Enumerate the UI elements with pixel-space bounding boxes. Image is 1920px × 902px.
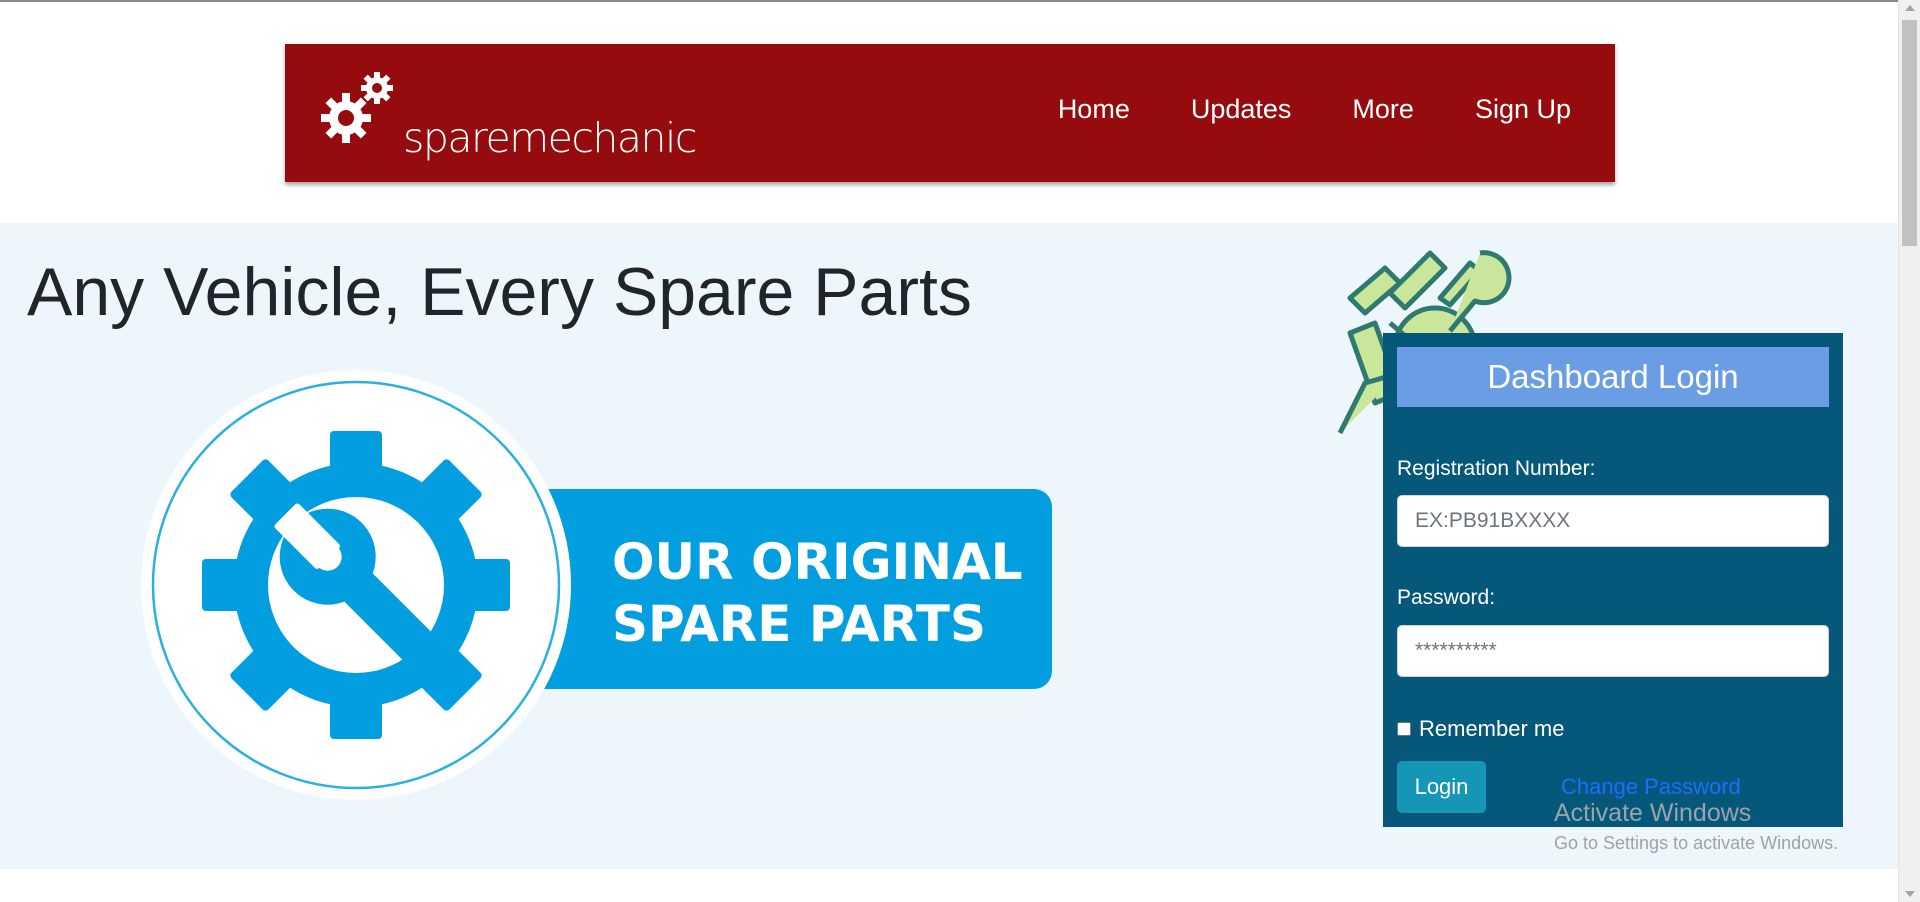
windows-watermark-subtitle: Go to Settings to activate Windows. <box>1554 833 1839 853</box>
spare-parts-badge: OUR ORIGINAL SPARE PARTS <box>141 370 1052 800</box>
registration-input[interactable] <box>1397 495 1829 547</box>
gear-wrench-icon <box>202 431 510 739</box>
login-panel: Dashboard Login Registration Number: Pas… <box>1383 333 1843 827</box>
password-input[interactable] <box>1397 625 1829 677</box>
nav-more[interactable]: More <box>1352 94 1414 125</box>
nav-home[interactable]: Home <box>1058 94 1130 125</box>
scrollbar-thumb[interactable] <box>1902 20 1917 246</box>
hero-headline: Any Vehicle, Every Spare Parts <box>27 254 972 330</box>
password-label: Password: <box>1397 586 1496 609</box>
login-button[interactable]: Login <box>1397 761 1486 813</box>
scroll-down-arrow-icon[interactable] <box>1905 891 1915 897</box>
login-title: Dashboard Login <box>1397 347 1829 407</box>
nav-sign-up[interactable]: Sign Up <box>1475 94 1571 125</box>
badge-line-1: OUR ORIGINAL <box>612 533 1023 591</box>
brand-logo[interactable]: sparemechanic <box>319 70 697 162</box>
gears-logo-icon <box>321 72 393 143</box>
remember-me: Remember me <box>1397 716 1564 742</box>
main-nav: Home Updates More Sign Up <box>997 94 1571 125</box>
brand-name: sparemechanic <box>403 114 697 162</box>
vertical-scrollbar[interactable] <box>1898 0 1920 902</box>
windows-watermark-title: Activate Windows <box>1554 799 1752 827</box>
remember-me-label: Remember me <box>1419 716 1565 741</box>
nav-updates[interactable]: Updates <box>1191 94 1292 125</box>
change-password-link[interactable]: Change Password <box>1561 774 1741 800</box>
registration-label: Registration Number: <box>1397 457 1596 480</box>
hero-section: Any Vehicle, Every Spare Parts OUR ORIGI… <box>0 223 1898 869</box>
site-header: sparemechanic Home Updates More Sign Up <box>285 44 1615 182</box>
badge-line-2: SPARE PARTS <box>612 595 986 653</box>
scroll-up-arrow-icon[interactable] <box>1905 5 1915 11</box>
remember-me-checkbox[interactable] <box>1397 722 1411 736</box>
browser-top-border <box>0 0 1920 2</box>
